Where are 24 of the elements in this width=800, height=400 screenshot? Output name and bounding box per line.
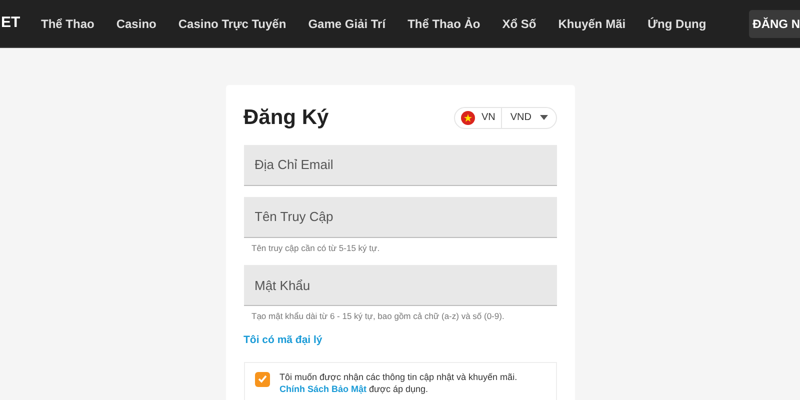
nav-link[interactable]: Thể Thao Ảo bbox=[408, 14, 480, 32]
currency-code: VND bbox=[510, 111, 532, 126]
nav-link[interactable]: Game Giải Trí bbox=[308, 14, 386, 32]
text-field[interactable]: Mật Khẩu bbox=[244, 265, 556, 306]
country-code: VN bbox=[481, 111, 496, 126]
caret-icon bbox=[540, 115, 548, 120]
region-selector[interactable]: VN VND bbox=[454, 106, 556, 129]
site-logo[interactable]: ET bbox=[1, 12, 27, 35]
flag-icon bbox=[461, 110, 476, 125]
form-title: Đăng Ký bbox=[244, 105, 329, 131]
checkbox[interactable] bbox=[254, 372, 270, 387]
text-field[interactable]: Địa Chỉ Email bbox=[244, 144, 556, 186]
nav-link[interactable]: Khuyến Mãi bbox=[558, 14, 626, 32]
field-hint: Tên truy cập cần có từ 5-15 ký tự. bbox=[252, 242, 381, 254]
nav-link[interactable]: Casino bbox=[116, 14, 156, 32]
nav-link[interactable]: Thể Thao bbox=[41, 14, 94, 32]
check-icon bbox=[258, 375, 266, 384]
field-hint: Tạo mật khẩu dài từ 6 - 15 ký tự, bao gồm cả chữ (a-z) và số (0-9). bbox=[252, 310, 506, 323]
nav-link[interactable]: Ứng Dụng bbox=[648, 14, 706, 32]
nav-link[interactable]: Casino Trực Tuyến bbox=[178, 14, 286, 32]
consent-text: Tôi muốn được nhận các thông tin cập nhật và khuyến mãi. Chính Sách Bảo Mật được áp dụng. bbox=[280, 370, 518, 395]
nav-link[interactable]: Xổ Số bbox=[502, 14, 536, 32]
text-field[interactable]: Tên Truy Cập bbox=[244, 196, 556, 238]
register-button[interactable]: ĐĂNG N bbox=[748, 10, 800, 38]
